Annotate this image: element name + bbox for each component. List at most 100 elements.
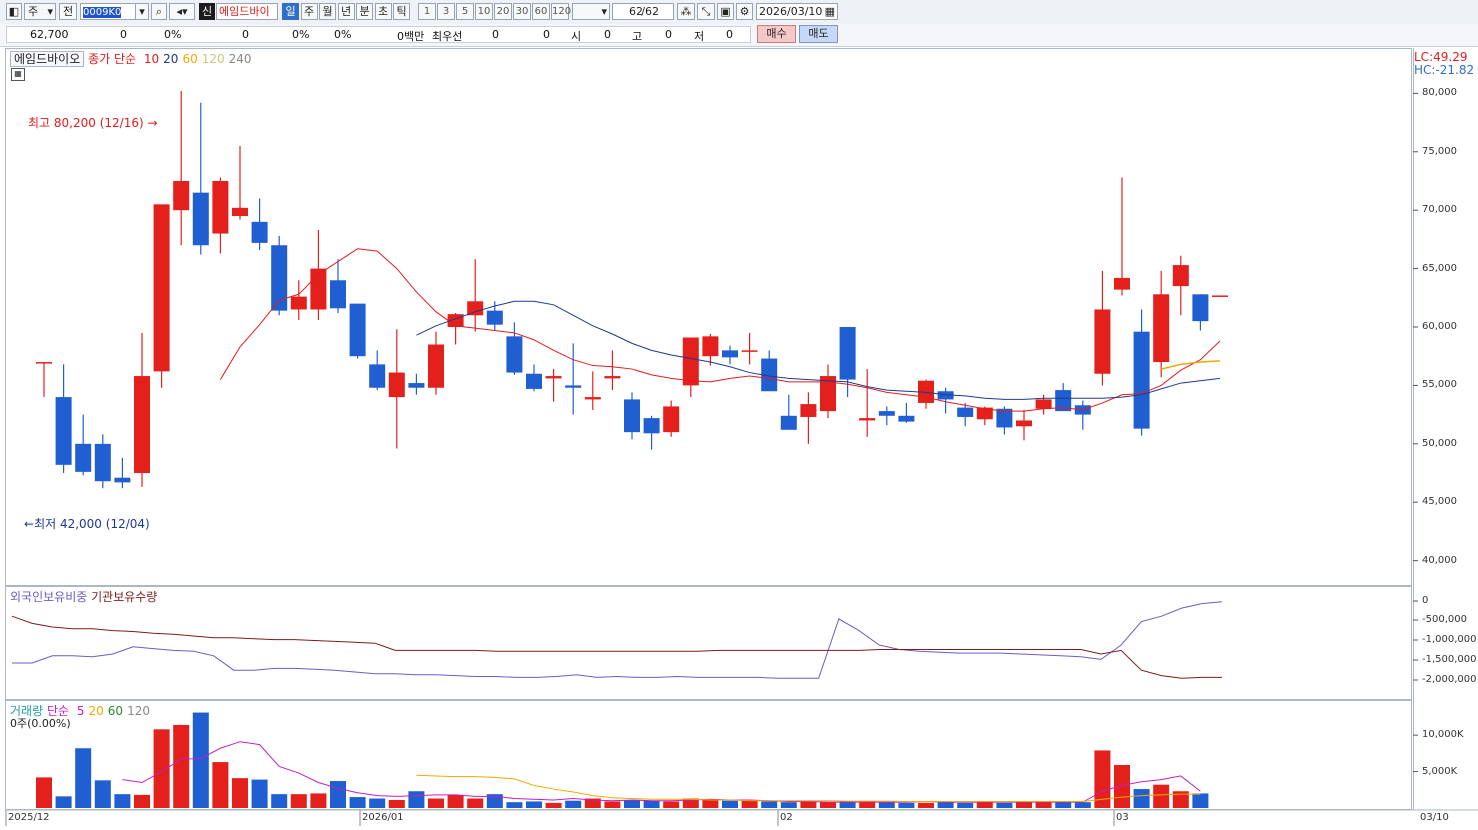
high-annotation: 최고 80,200 (12/16) → <box>28 116 158 130</box>
candle-body <box>663 406 680 433</box>
volume-bar <box>1133 789 1150 808</box>
candle-body <box>506 336 523 373</box>
volume-ma20-line <box>416 774 1201 802</box>
price-tick: 75,000 <box>1422 145 1457 157</box>
volume-bar <box>878 802 895 808</box>
volume-bar <box>134 794 150 808</box>
volume-tick: 5,000K <box>1422 765 1458 777</box>
candle-body <box>702 336 719 357</box>
candle-body <box>643 418 660 434</box>
candle-body <box>1094 309 1111 374</box>
candle-body <box>780 415 797 430</box>
table-icon[interactable]: ▦ <box>11 68 25 81</box>
candle-body <box>722 350 738 358</box>
price-tick: 65,000 <box>1422 262 1457 274</box>
volume-bar <box>1114 765 1130 808</box>
x-label: 02 <box>780 812 793 823</box>
candle-body <box>349 303 366 357</box>
volume-bar <box>545 802 562 808</box>
volume-bar <box>643 800 660 808</box>
candle-body <box>134 376 150 474</box>
volume-bar <box>898 802 915 808</box>
candle-body <box>957 407 974 417</box>
volume-bar <box>447 794 464 808</box>
volume-bar <box>624 799 640 808</box>
volume-bar <box>820 802 836 808</box>
price-tick: 55,000 <box>1422 379 1457 391</box>
candle-body <box>55 397 72 465</box>
candle-body <box>565 385 582 388</box>
ma-legend-10: 10 <box>143 52 160 66</box>
volume-bar <box>428 798 444 808</box>
volume-bar <box>173 724 190 808</box>
candle-body <box>369 364 386 388</box>
volume-bar <box>153 729 170 808</box>
volume-bar <box>1074 802 1091 808</box>
price-tick: 80,000 <box>1422 87 1457 99</box>
candle-body <box>741 350 758 352</box>
candle-body <box>526 373 542 389</box>
volume-bar <box>604 801 621 808</box>
stock-name-label[interactable]: 에임드바이오 <box>10 51 85 67</box>
low-annotation: ←최저 42,000 (12/04) <box>24 517 150 531</box>
candle-body <box>114 477 131 483</box>
candle-body <box>898 415 915 422</box>
volume-tick: 10,000K <box>1422 729 1464 741</box>
candle-body <box>212 180 229 234</box>
candle-body <box>1035 399 1052 409</box>
candle-body <box>1192 294 1209 322</box>
volume-bar <box>467 798 484 808</box>
volume-bar <box>232 778 248 808</box>
price-tick: 60,000 <box>1422 321 1457 332</box>
price-tick: 40,000 <box>1422 554 1457 566</box>
candle-body <box>839 327 856 380</box>
volume-bar <box>55 796 72 808</box>
institution-line <box>11 615 1222 679</box>
candle-body <box>1153 294 1170 363</box>
candle-body <box>330 280 346 309</box>
volume-bar <box>388 799 405 808</box>
volume-bar <box>996 802 1013 808</box>
candle-body <box>624 399 640 433</box>
volume-bar <box>761 801 778 808</box>
candle-body <box>584 397 601 400</box>
volume-bar <box>349 797 366 808</box>
candle-body <box>1212 295 1228 297</box>
volume-bar <box>1153 784 1170 808</box>
candle-body <box>1133 331 1150 429</box>
price-legend: 에임드바이오 종가 단순 10 20 60 120 240 <box>10 50 252 67</box>
x-label: 2025/12 <box>8 812 50 823</box>
holding-tick: -500,000 <box>1422 614 1467 625</box>
volume-ma5-line <box>122 741 1201 803</box>
ma-legend-20: 20 <box>163 52 179 66</box>
holding-legend: 외국인보유비중 기관보유수량 <box>10 588 157 605</box>
candle-body <box>290 296 307 310</box>
volume-bar <box>75 748 92 808</box>
candle-body <box>36 362 52 364</box>
volume-bar <box>212 762 229 808</box>
volume-ma-legend-120: 120 <box>127 704 150 718</box>
hc-value: HC:-21.82 <box>1414 63 1475 77</box>
candle-body <box>467 301 484 316</box>
volume-bar <box>506 802 523 808</box>
holding-tick: 0 <box>1422 595 1429 606</box>
volume-bar <box>251 779 268 808</box>
volume-bar <box>310 793 327 808</box>
candle-body <box>1172 265 1189 287</box>
volume-bar <box>702 799 719 808</box>
ma-legend-240: 240 <box>228 52 252 66</box>
candle-body <box>192 192 209 246</box>
x-label: 03 <box>1116 812 1129 823</box>
candle-body <box>408 383 425 388</box>
volume-bar <box>114 794 131 808</box>
candle-body <box>859 418 876 421</box>
arrow-left-icon: ← <box>24 517 35 531</box>
volume-bar <box>408 791 425 808</box>
ma-legend-120: 120 <box>201 52 225 66</box>
volume-bar <box>722 800 738 808</box>
volume-bar <box>1192 793 1209 808</box>
ma-legend-prefix: 종가 단순 <box>88 52 137 66</box>
volume-bar <box>1016 802 1032 808</box>
candle-body <box>251 221 268 243</box>
arrow-right-icon: → <box>147 116 158 130</box>
